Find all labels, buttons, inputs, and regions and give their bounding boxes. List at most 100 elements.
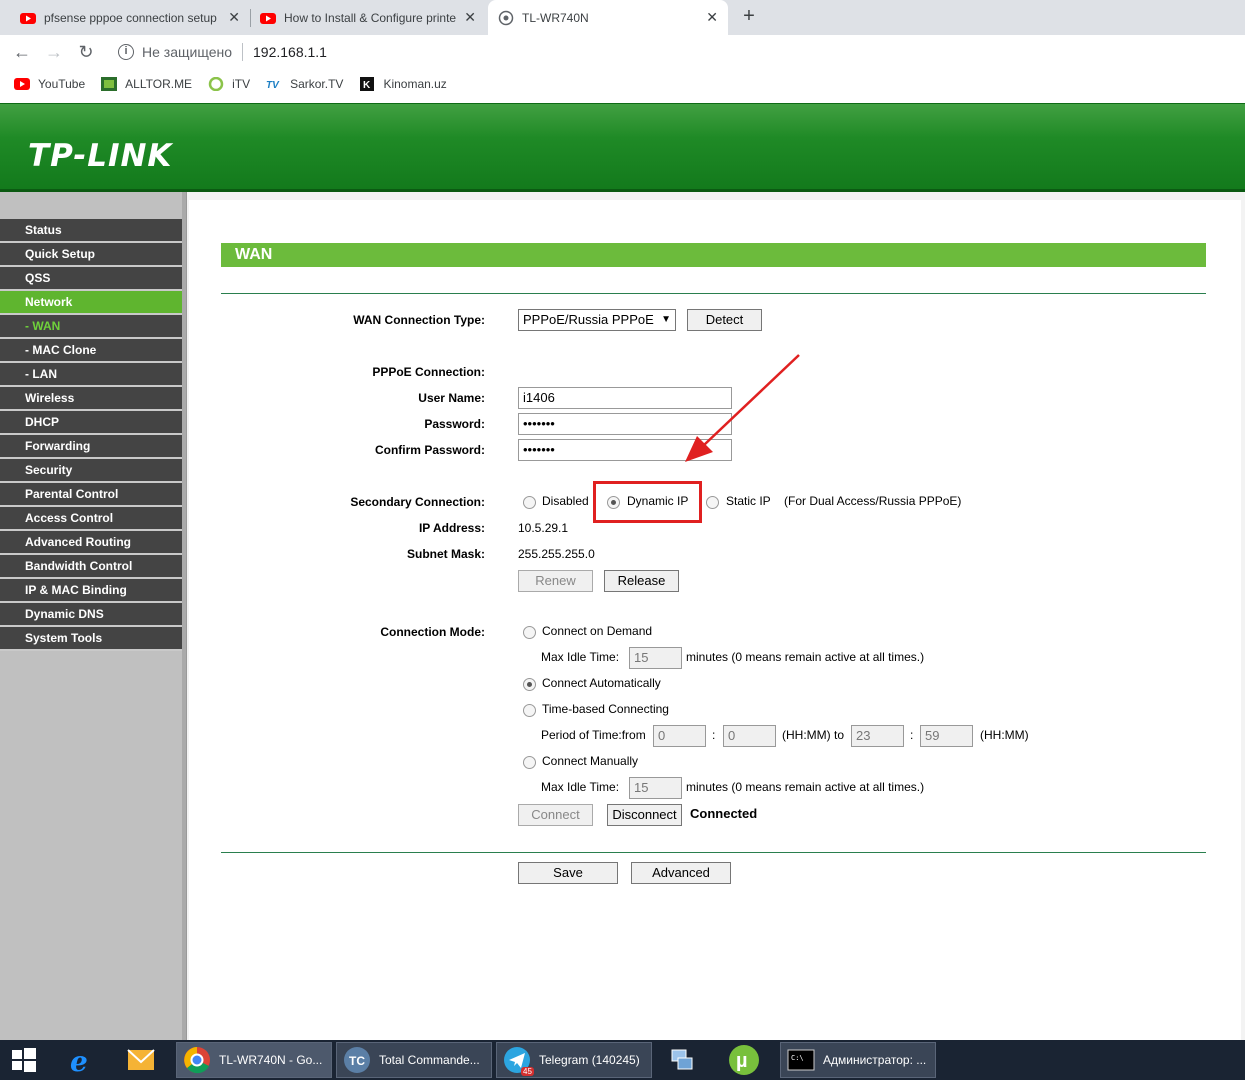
cmd-taskbar-button[interactable]: C:\ Администратор: ... [780,1042,936,1078]
bookmark-alltor[interactable]: ALLTOR.ME [101,77,192,91]
menu-item-system-tools[interactable]: System Tools [0,627,182,651]
close-icon[interactable]: ✕ [464,9,476,26]
url-omnibox[interactable]: i Не защищено 192.168.1.1 [104,38,1243,66]
browser-tab-active[interactable]: TL-WR740N ✕ [488,0,728,35]
menu-item-wan[interactable]: - WAN [0,315,182,339]
from-minute-input[interactable]: 0 [723,725,776,747]
browser-tab[interactable]: How to Install & Configure printe ✕ [250,0,486,35]
bookmark-youtube[interactable]: YouTube [14,77,85,91]
main-content: WAN WAN Connection Type: PPPoE/Russia PP… [186,192,1245,1040]
windows-logo-icon [12,1048,36,1072]
to-hour-input[interactable]: 23 [851,725,904,747]
tab-title: pfsense pppoe connection setup [44,10,217,25]
hhmm-label: (HH:MM) [980,728,1029,742]
max-idle-input[interactable]: 15 [629,647,682,669]
period-label: Period of Time:from [541,728,646,742]
mode-time-radio[interactable] [523,704,536,717]
svg-text:TC: TC [349,1054,365,1068]
wan-type-value: PPPoE/Russia PPPoE [523,312,654,327]
from-hour-input[interactable]: 0 [653,725,706,747]
to-minute-input[interactable]: 59 [920,725,973,747]
menu-item-forwarding[interactable]: Forwarding [0,435,182,459]
internet-explorer-icon: e [70,1045,88,1076]
content-panel: WAN WAN Connection Type: PPPoE/Russia PP… [189,200,1241,1040]
menu-item-security[interactable]: Security [0,459,182,483]
new-tab-icon[interactable]: + [738,5,760,27]
bookmark-label: iTV [232,77,251,91]
ie-taskbar-button[interactable]: e [60,1042,110,1078]
omnibox-divider [242,43,243,61]
taskbar-item-label: Telegram (140245) [539,1053,640,1067]
secondary-connection-label: Secondary Connection: [350,495,485,509]
mode-auto-label: Connect Automatically [542,676,661,690]
tab-title: How to Install & Configure printe [284,10,457,25]
max-idle-input-2[interactable]: 15 [629,777,682,799]
secondary-static-label: Static IP [726,494,771,508]
youtube-icon [20,12,36,24]
kinoman-icon: K [360,77,375,91]
advanced-button[interactable]: Advanced [631,862,731,884]
idle-note-2: minutes (0 means remain active at all ti… [686,780,925,794]
renew-button[interactable]: Renew [518,570,593,592]
release-button[interactable]: Release [604,570,679,592]
forward-icon[interactable]: → [44,42,64,62]
menu-item-qss[interactable]: QSS [0,267,182,291]
secondary-static-radio[interactable] [706,496,719,509]
mode-on-demand-radio[interactable] [523,626,536,639]
chevron-down-icon: ▼ [661,314,671,325]
secondary-dynamic-radio[interactable] [607,496,620,509]
total-commander-taskbar-button[interactable]: TC Total Commande... [336,1042,492,1078]
menu-item-mac-clone[interactable]: - MAC Clone [0,339,182,363]
close-icon[interactable]: ✕ [228,9,240,26]
sarkor-icon: TV [266,80,280,91]
menu-item-lan[interactable]: - LAN [0,363,182,387]
close-icon[interactable]: ✕ [706,9,718,26]
bookmark-label: YouTube [38,77,86,91]
detect-button[interactable]: Detect [687,309,762,331]
menu-item-bandwidth-control[interactable]: Bandwidth Control [0,555,182,579]
mode-auto-radio[interactable] [523,678,536,691]
outlook-taskbar-button[interactable] [120,1042,170,1078]
itv-icon [208,77,224,91]
menu-item-quick-setup[interactable]: Quick Setup [0,243,182,267]
bookmark-itv[interactable]: iTV [208,77,250,91]
disconnect-button[interactable]: Disconnect [607,804,682,826]
menu-item-dynamic-dns[interactable]: Dynamic DNS [0,603,182,627]
back-icon[interactable]: ← [12,42,32,62]
utorrent-taskbar-button[interactable]: µ [722,1042,772,1078]
menu-item-access-control[interactable]: Access Control [0,507,182,531]
network-taskbar-button[interactable] [662,1042,712,1078]
colon-sep: : [712,728,716,742]
wan-type-select[interactable]: PPPoE/Russia PPPoE ▼ [518,309,676,331]
svg-text:e: e [70,1045,88,1076]
connect-button[interactable]: Connect [518,804,593,826]
mode-on-demand-label: Connect on Demand [542,624,653,638]
menu-item-advanced-routing[interactable]: Advanced Routing [0,531,182,555]
menu-item-parental-control[interactable]: Parental Control [0,483,182,507]
bookmark-kinoman[interactable]: K Kinoman.uz [359,77,447,91]
bookmark-label: ALLTOR.ME [125,77,193,91]
mail-icon [127,1049,155,1070]
ip-address-label: IP Address: [418,521,485,535]
router-page: TP-LINK Status Quick Setup QSS Network -… [0,99,1245,1040]
max-idle-label-2: Max Idle Time: [541,780,620,794]
notification-badge: 45 [521,1067,534,1076]
chrome-taskbar-button[interactable]: TL-WR740N - Go... [176,1042,332,1078]
address-bar: ← → ↻ i Не защищено 192.168.1.1 [0,35,1245,69]
menu-item-wireless[interactable]: Wireless [0,387,182,411]
url-text: 192.168.1.1 [253,44,327,60]
save-button[interactable]: Save [518,862,618,884]
info-icon[interactable]: i [118,44,134,60]
security-status: Не защищено [142,44,232,60]
browser-tab[interactable]: pfsense pppoe connection setup ✕ [10,0,250,35]
menu-item-network[interactable]: Network [0,291,182,315]
start-button[interactable] [0,1042,50,1078]
mode-manual-radio[interactable] [523,756,536,769]
bookmark-sarkor[interactable]: TV Sarkor.TV [266,77,343,91]
menu-item-dhcp[interactable]: DHCP [0,411,182,435]
menu-item-ip-mac-binding[interactable]: IP & MAC Binding [0,579,182,603]
menu-item-status[interactable]: Status [0,219,182,243]
reload-icon[interactable]: ↻ [76,42,96,62]
secondary-disabled-radio[interactable] [523,496,536,509]
telegram-taskbar-button[interactable]: Telegram (140245) 45 [496,1042,652,1078]
